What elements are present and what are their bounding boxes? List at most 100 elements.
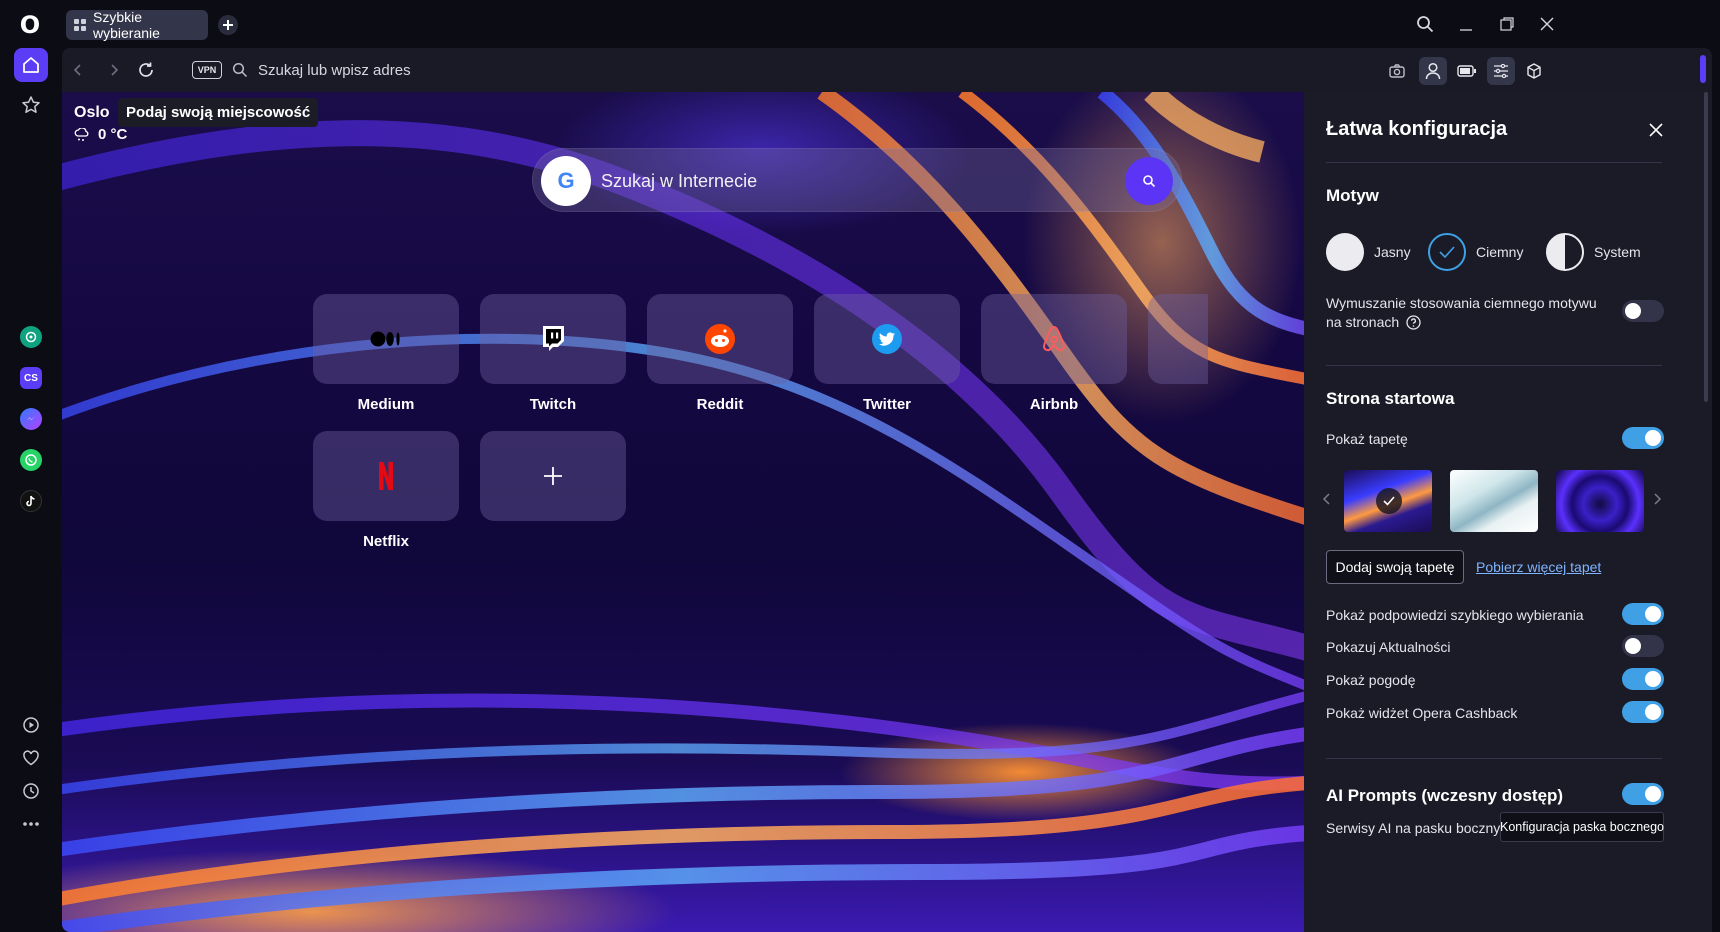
tab-speed-dial[interactable]: Szybkie wybieranie <box>66 9 208 41</box>
profile-button[interactable] <box>1419 57 1447 85</box>
sidebar-item-history[interactable] <box>14 774 48 808</box>
messenger-icon <box>26 416 35 421</box>
cloud-snow-icon <box>74 127 89 141</box>
tab-search-button[interactable] <box>1413 12 1437 36</box>
sidebar-item-player[interactable] <box>14 708 48 742</box>
theme-section-title: Motyw <box>1326 186 1379 205</box>
search-icon <box>1143 175 1156 188</box>
extension-pinned-indicator[interactable] <box>1700 55 1706 83</box>
easy-setup-panel: Łatwa konfiguracja Motyw Jasny Ciemny Sy… <box>1304 92 1712 932</box>
theme-option-light[interactable]: Jasny <box>1326 232 1411 272</box>
speed-dial-suggestions-toggle[interactable] <box>1622 603 1664 625</box>
reddit-icon <box>705 324 735 354</box>
panel-scrollbar[interactable] <box>1704 92 1708 402</box>
whatsapp-icon <box>25 454 37 466</box>
forward-button[interactable] <box>102 58 126 82</box>
airbnb-icon <box>1042 325 1066 352</box>
help-icon[interactable] <box>1406 315 1421 330</box>
speed-dial-label: Airbnb <box>1029 396 1079 413</box>
twitch-icon <box>543 326 564 351</box>
restore-icon <box>1500 17 1514 31</box>
add-wallpaper-button[interactable]: Dodaj swoją tapetę <box>1326 550 1464 584</box>
opera-menu-button[interactable]: O <box>16 11 44 39</box>
address-bar: VPN Szukaj lub wpisz adres <box>62 48 1712 92</box>
show-wallpaper-toggle[interactable] <box>1622 427 1664 449</box>
easy-setup-icon <box>1494 64 1508 78</box>
weather-toggle[interactable] <box>1622 668 1664 690</box>
twitter-icon <box>872 324 902 354</box>
weather-city[interactable]: Oslo <box>74 104 110 122</box>
check-icon <box>1383 496 1395 506</box>
new-tab-button[interactable] <box>218 15 238 35</box>
weather-temp: 0 °C <box>98 126 128 143</box>
heart-icon <box>23 750 39 766</box>
netflix-icon <box>379 462 393 490</box>
battery-icon <box>1457 65 1476 77</box>
wallpaper-next-button[interactable] <box>1652 492 1662 511</box>
cs-icon: CS <box>24 372 38 384</box>
google-logo[interactable]: G <box>541 156 591 206</box>
chevron-right-icon <box>1654 493 1662 505</box>
sidebar-more-button[interactable] <box>14 807 48 841</box>
more-wallpapers-link[interactable]: Pobierz więcej tapet <box>1476 559 1601 575</box>
cashback-toggle[interactable] <box>1622 701 1664 723</box>
bookmarks-icon <box>22 96 40 113</box>
theme-option-dark[interactable]: Ciemny <box>1428 232 1523 272</box>
force-dark-toggle[interactable] <box>1622 300 1664 322</box>
vpn-badge[interactable]: VPN <box>192 61 222 79</box>
panel-close-button[interactable] <box>1644 118 1668 142</box>
wallpaper-thumbnail[interactable] <box>1450 470 1538 532</box>
search-icon <box>1417 16 1434 33</box>
speed-dial-tile-medium[interactable] <box>313 294 459 384</box>
divider <box>1326 758 1662 759</box>
plus-icon <box>223 20 233 30</box>
theme-option-system[interactable]: System <box>1546 232 1641 272</box>
ai-services-label: Serwisy AI na pasku bocznym <box>1326 820 1512 836</box>
web-search-button[interactable] <box>1125 157 1173 205</box>
wallpaper-thumbnail-selected[interactable] <box>1344 470 1432 532</box>
sidebar-item-tiktok[interactable] <box>20 490 42 512</box>
chatgpt-icon <box>25 331 37 343</box>
address-input[interactable]: Szukaj lub wpisz adres <box>232 58 832 82</box>
speed-dial-label: Reddit <box>696 396 744 413</box>
tiktok-icon <box>26 495 35 507</box>
speed-dial-tile-reddit[interactable] <box>647 294 793 384</box>
snapshot-button[interactable] <box>1383 57 1411 85</box>
speed-dial-tile-airbnb[interactable] <box>981 294 1127 384</box>
speed-dial-tile-partial[interactable] <box>1148 294 1208 384</box>
news-toggle[interactable] <box>1622 635 1664 657</box>
sidebar-item-cs[interactable]: CS <box>20 367 42 389</box>
start-page-section-title: Strona startowa <box>1326 389 1455 408</box>
extensions-button[interactable] <box>1520 57 1548 85</box>
easy-setup-button[interactable] <box>1487 57 1515 85</box>
minimize-button[interactable] <box>1454 12 1478 36</box>
add-speed-dial-button[interactable] <box>480 431 626 521</box>
search-icon <box>232 62 248 78</box>
sidebar-item-home[interactable] <box>14 48 48 82</box>
speed-dial-tile-twitter[interactable] <box>814 294 960 384</box>
web-search-box[interactable]: G Szukaj w Internecie <box>532 148 1182 212</box>
theme-system-swatch <box>1546 233 1584 271</box>
wallpaper-prev-button[interactable] <box>1322 492 1332 511</box>
profile-icon <box>1425 62 1441 80</box>
grid-icon <box>74 19 86 31</box>
more-icon <box>23 822 39 826</box>
sidebar-item-bookmarks[interactable] <box>14 88 48 122</box>
speed-dial-label: Medium <box>357 396 415 413</box>
speed-dial-tile-netflix[interactable] <box>313 431 459 521</box>
back-button[interactable] <box>66 58 90 82</box>
force-dark-label: Wymuszanie stosowania ciemnego motywu na… <box>1326 294 1606 332</box>
theme-dark-label: Ciemny <box>1476 244 1524 260</box>
sidebar-item-favorites[interactable] <box>14 741 48 775</box>
reload-button[interactable] <box>134 58 158 82</box>
sidebar-item-messenger[interactable] <box>20 408 42 430</box>
wallpaper-thumbnail[interactable] <box>1556 470 1644 532</box>
battery-saver-button[interactable] <box>1453 57 1481 85</box>
speed-dial-tile-twitch[interactable] <box>480 294 626 384</box>
restore-button[interactable] <box>1495 12 1519 36</box>
speed-dial-label: Twitter <box>862 396 912 413</box>
ai-prompts-toggle[interactable] <box>1622 783 1664 805</box>
close-window-button[interactable] <box>1535 12 1559 36</box>
sidebar-item-whatsapp[interactable] <box>20 449 42 471</box>
sidebar-item-chatgpt[interactable] <box>20 326 42 348</box>
